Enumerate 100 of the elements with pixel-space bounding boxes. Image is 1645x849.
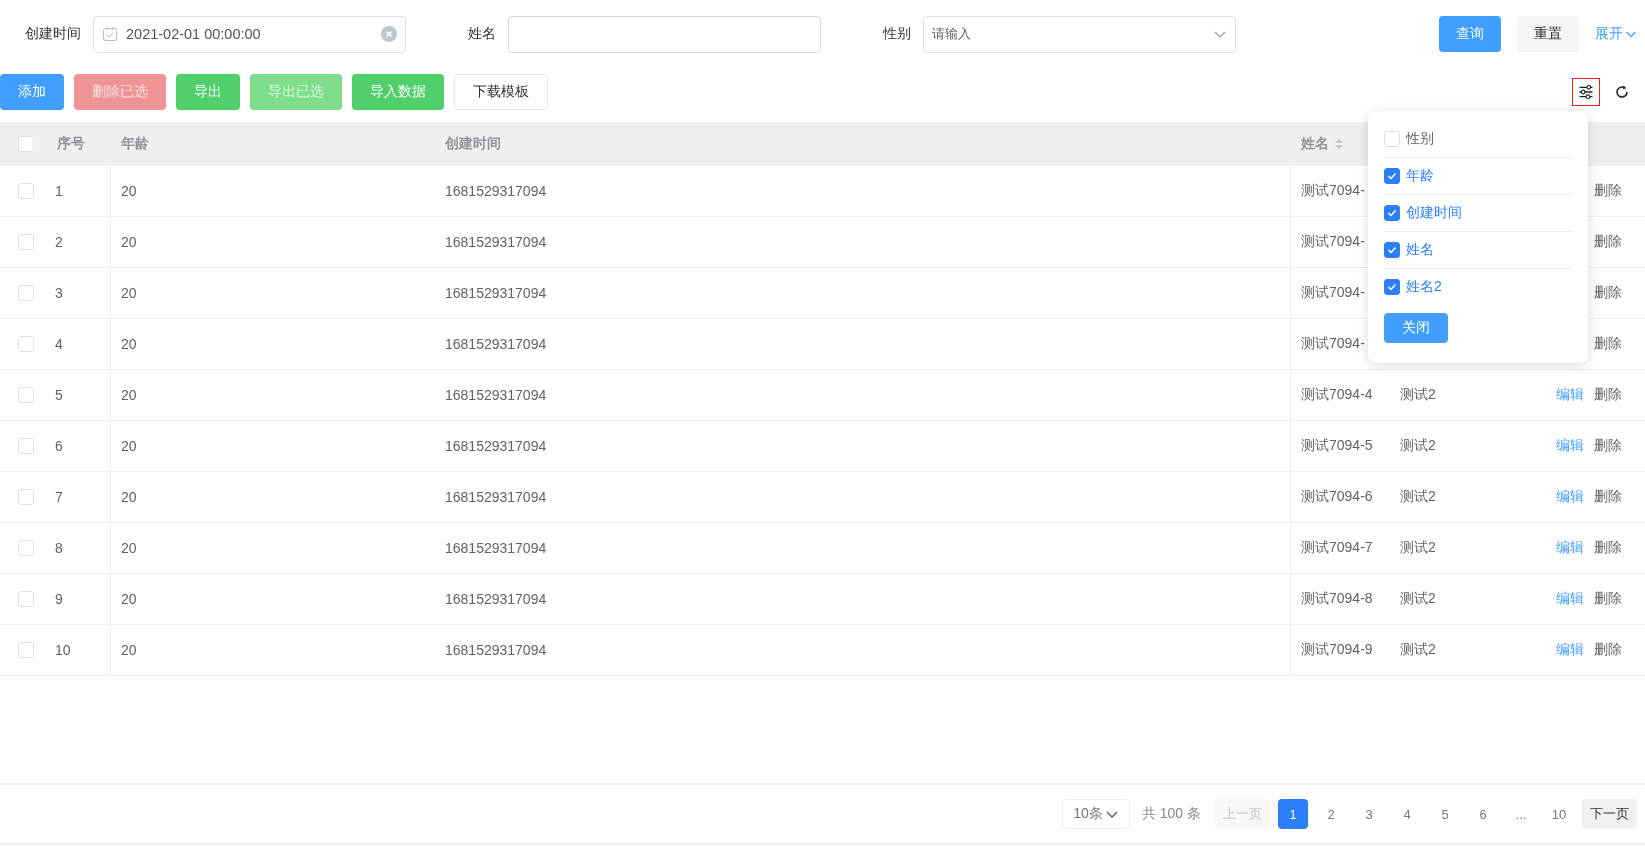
delete-link[interactable]: 删除 (1594, 233, 1622, 251)
table-cell: 20 (121, 234, 137, 250)
table-cell: 1681529317094 (445, 489, 547, 505)
column-option-label[interactable]: 年龄 (1406, 167, 1434, 185)
close-button[interactable]: 关闭 (1384, 313, 1448, 343)
table-cell: 20 (121, 489, 137, 505)
placeholder-text: 请输入 (932, 25, 972, 43)
column-header: 年龄 (121, 135, 149, 153)
sort-icon[interactable] (1334, 138, 1344, 150)
edit-link[interactable]: 编辑 (1556, 437, 1584, 455)
table-cell: 测试7094-6 (1301, 488, 1373, 506)
table-cell: 测试7094- (1301, 335, 1365, 353)
table-cell: 1681529317094 (445, 438, 547, 454)
page-button[interactable]: 1 (1278, 799, 1308, 829)
table-cell: 2 (55, 234, 63, 250)
page-button[interactable]: 5 (1430, 799, 1460, 829)
edit-link[interactable]: 编辑 (1556, 488, 1584, 506)
toolbar-button[interactable]: 下载模板 (454, 74, 548, 110)
table-cell: 测试2 (1400, 590, 1436, 608)
page-button[interactable]: ... (1506, 799, 1536, 829)
calendar-icon (102, 26, 118, 42)
table-cell: 6 (55, 438, 63, 454)
table-cell: 8 (55, 540, 63, 556)
settings-sliders-icon[interactable] (1572, 78, 1600, 106)
page-button[interactable]: 3 (1354, 799, 1384, 829)
column-header[interactable]: 姓名 (1301, 135, 1344, 153)
delete-link[interactable]: 删除 (1594, 590, 1622, 608)
edit-link[interactable]: 编辑 (1556, 539, 1584, 557)
table-cell: 1681529317094 (445, 387, 547, 403)
table-cell: 1681529317094 (445, 285, 547, 301)
search-button[interactable]: 查询 (1439, 16, 1501, 52)
table-cell: 测试2 (1400, 386, 1436, 404)
delete-link[interactable]: 删除 (1594, 437, 1622, 455)
date-field[interactable]: 2021-02-01 00:00:00 (93, 15, 406, 53)
delete-link[interactable]: 删除 (1594, 488, 1622, 506)
name-input[interactable] (508, 15, 821, 53)
delete-link[interactable]: 删除 (1594, 641, 1622, 659)
field-label: 创建时间 (25, 25, 81, 43)
column-option-label[interactable]: 姓名2 (1406, 278, 1442, 296)
expand-link[interactable]: 展开 (1595, 25, 1637, 43)
table-cell: 20 (121, 183, 137, 199)
table-cell: 1681529317094 (445, 642, 547, 658)
table-cell: 1681529317094 (445, 591, 547, 607)
checkbox[interactable] (1384, 205, 1400, 221)
toolbar-button[interactable]: 添加 (0, 74, 64, 110)
column-option-label[interactable]: 姓名 (1406, 241, 1434, 259)
table-cell: 测试7094- (1301, 182, 1365, 200)
checkbox[interactable] (1384, 242, 1400, 258)
table-cell: 测试7094-9 (1301, 641, 1373, 659)
table-cell: 20 (121, 540, 137, 556)
reset-button[interactable]: 重置 (1517, 16, 1579, 52)
table-cell: 1 (55, 183, 63, 199)
column-option-label[interactable]: 性别 (1406, 130, 1434, 148)
table-cell: 20 (121, 336, 137, 352)
table-cell: 20 (121, 387, 137, 403)
table-cell: 10 (55, 642, 71, 658)
table-cell: 测试7094- (1301, 233, 1365, 251)
table-cell: 测试7094-5 (1301, 437, 1373, 455)
table-cell: 9 (55, 591, 63, 607)
field-label: 性别 (883, 25, 911, 43)
delete-link[interactable]: 删除 (1594, 539, 1622, 557)
delete-link[interactable]: 删除 (1594, 386, 1622, 404)
table-cell: 1681529317094 (445, 234, 547, 250)
column-header: 序号 (57, 135, 85, 153)
refresh-icon[interactable] (1614, 84, 1630, 100)
page-size-select[interactable]: 10条 (1062, 799, 1130, 829)
delete-link[interactable]: 删除 (1594, 284, 1622, 302)
column-option-label[interactable]: 创建时间 (1406, 204, 1462, 222)
page-button[interactable]: 2 (1316, 799, 1346, 829)
table-cell: 测试7094-8 (1301, 590, 1373, 608)
table-cell: 1681529317094 (445, 540, 547, 556)
table-cell: 20 (121, 285, 137, 301)
edit-link[interactable]: 编辑 (1556, 641, 1584, 659)
table-cell: 测试2 (1400, 488, 1436, 506)
table-cell: 7 (55, 489, 63, 505)
delete-link[interactable]: 删除 (1594, 182, 1622, 200)
edit-link[interactable]: 编辑 (1556, 386, 1584, 404)
table-cell: 测试7094- (1301, 284, 1365, 302)
field-label: 姓名 (468, 25, 496, 43)
table-cell: 5 (55, 387, 63, 403)
table-cell: 测试2 (1400, 641, 1436, 659)
table-cell: 4 (55, 336, 63, 352)
table-cell: 测试7094-4 (1301, 386, 1373, 404)
table-cell: 测试7094-7 (1301, 539, 1373, 557)
edit-link[interactable]: 编辑 (1556, 590, 1584, 608)
table-cell: 测试2 (1400, 437, 1436, 455)
page-button[interactable]: 6 (1468, 799, 1498, 829)
delete-link[interactable]: 删除 (1594, 335, 1622, 353)
table-cell: 1681529317094 (445, 183, 547, 199)
date-value: 2021-02-01 00:00:00 (126, 26, 262, 42)
table-cell: 3 (55, 285, 63, 301)
page-button[interactable]: 4 (1392, 799, 1422, 829)
page-button[interactable]: 10 (1544, 799, 1574, 829)
gender-select[interactable]: 请输入 (923, 15, 1236, 53)
next-page-button[interactable]: 下一页 (1582, 799, 1637, 829)
checkbox[interactable] (1384, 168, 1400, 184)
checkbox[interactable] (1384, 279, 1400, 295)
table-cell: 测试2 (1400, 539, 1436, 557)
table-cell: 1681529317094 (445, 336, 547, 352)
clear-icon[interactable] (381, 26, 397, 42)
